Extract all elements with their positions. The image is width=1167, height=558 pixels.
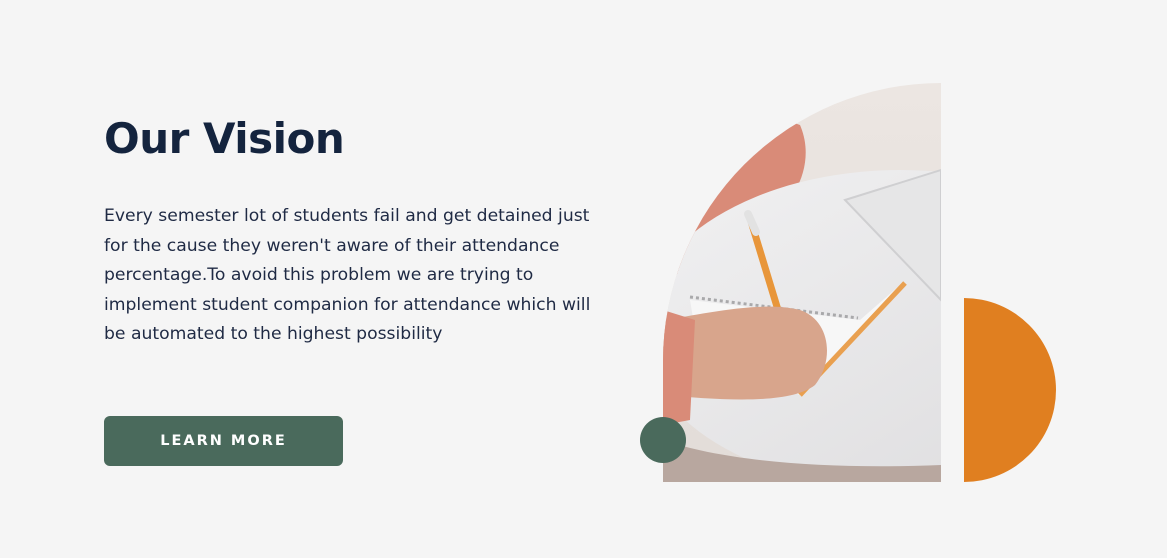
section-description: Every semester lot of students fail and … [104, 206, 591, 345]
orange-half-circle [964, 298, 1056, 482]
green-circle-dot [640, 417, 686, 463]
learn-more-button[interactable]: LEARN MORE [104, 416, 343, 466]
student-writing-photo [663, 83, 941, 482]
section-title: Our Vision [104, 114, 345, 163]
vision-section: Our Vision Every semester lot of student… [0, 0, 1167, 558]
